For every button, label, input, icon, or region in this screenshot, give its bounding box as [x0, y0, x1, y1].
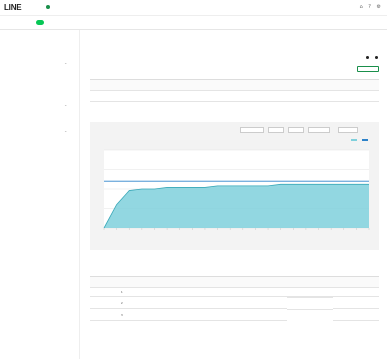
chevron-down-icon[interactable]: ⌄ [64, 128, 67, 133]
radio-icon[interactable] [366, 55, 370, 59]
msg-type [286, 297, 333, 298]
msg-header [90, 276, 154, 288]
account-breadcrumb[interactable] [46, 5, 51, 9]
settings-icon[interactable]: ⚙ [377, 4, 381, 10]
msg-content[interactable] [153, 287, 287, 297]
message-table: 1 2 3 [90, 276, 379, 321]
export-button[interactable] [357, 66, 379, 72]
chart-panel [90, 122, 379, 250]
summary-header [234, 79, 307, 91]
msg-no: 3 [90, 308, 154, 321]
summary-header [90, 79, 163, 91]
table-row[interactable]: 2 [90, 296, 379, 309]
msg-content[interactable] [153, 308, 287, 321]
header-icons: ⌂ ? ⚙ [355, 4, 381, 10]
table-row[interactable]: 3 [90, 308, 379, 321]
summary-header [306, 79, 379, 91]
msg-no: 1 [90, 287, 154, 297]
msg-content[interactable] [153, 296, 287, 309]
msg-type [286, 287, 333, 297]
summary-cell [162, 90, 235, 102]
sidebar: ⌄ ⌄ ⌄ [0, 30, 80, 359]
help-icon[interactable]: ? [368, 4, 371, 10]
bell-icon[interactable]: ⌂ [359, 4, 362, 10]
table-row [90, 90, 379, 102]
summary-cell [306, 90, 379, 102]
chevron-down-icon[interactable]: ⌄ [64, 102, 67, 107]
summary-cell [90, 90, 163, 102]
radio-group [362, 55, 379, 59]
msg-header [332, 276, 379, 288]
msg-type [286, 308, 333, 310]
account-status-icon [46, 5, 50, 9]
top-header: LINE ⌂ ? ⚙ [0, 0, 387, 16]
summary-cell [234, 90, 307, 102]
area-chart [103, 149, 370, 230]
summary-header [162, 79, 235, 91]
msg-count [332, 287, 379, 297]
table-row[interactable]: 1 [90, 287, 379, 297]
tab-bar [0, 16, 387, 30]
msg-no: 2 [90, 296, 154, 309]
msg-header [286, 276, 333, 288]
main-content: 1 2 3 [80, 30, 387, 359]
radio-icon[interactable] [375, 55, 378, 59]
chevron-down-icon[interactable]: ⌄ [64, 60, 67, 65]
msg-count [332, 308, 379, 321]
tab-active[interactable] [36, 20, 44, 25]
msg-count [332, 296, 379, 309]
summary-table [90, 79, 379, 102]
msg-header [153, 276, 287, 288]
series-area [104, 184, 369, 228]
line-logo[interactable]: LINE [4, 3, 22, 12]
